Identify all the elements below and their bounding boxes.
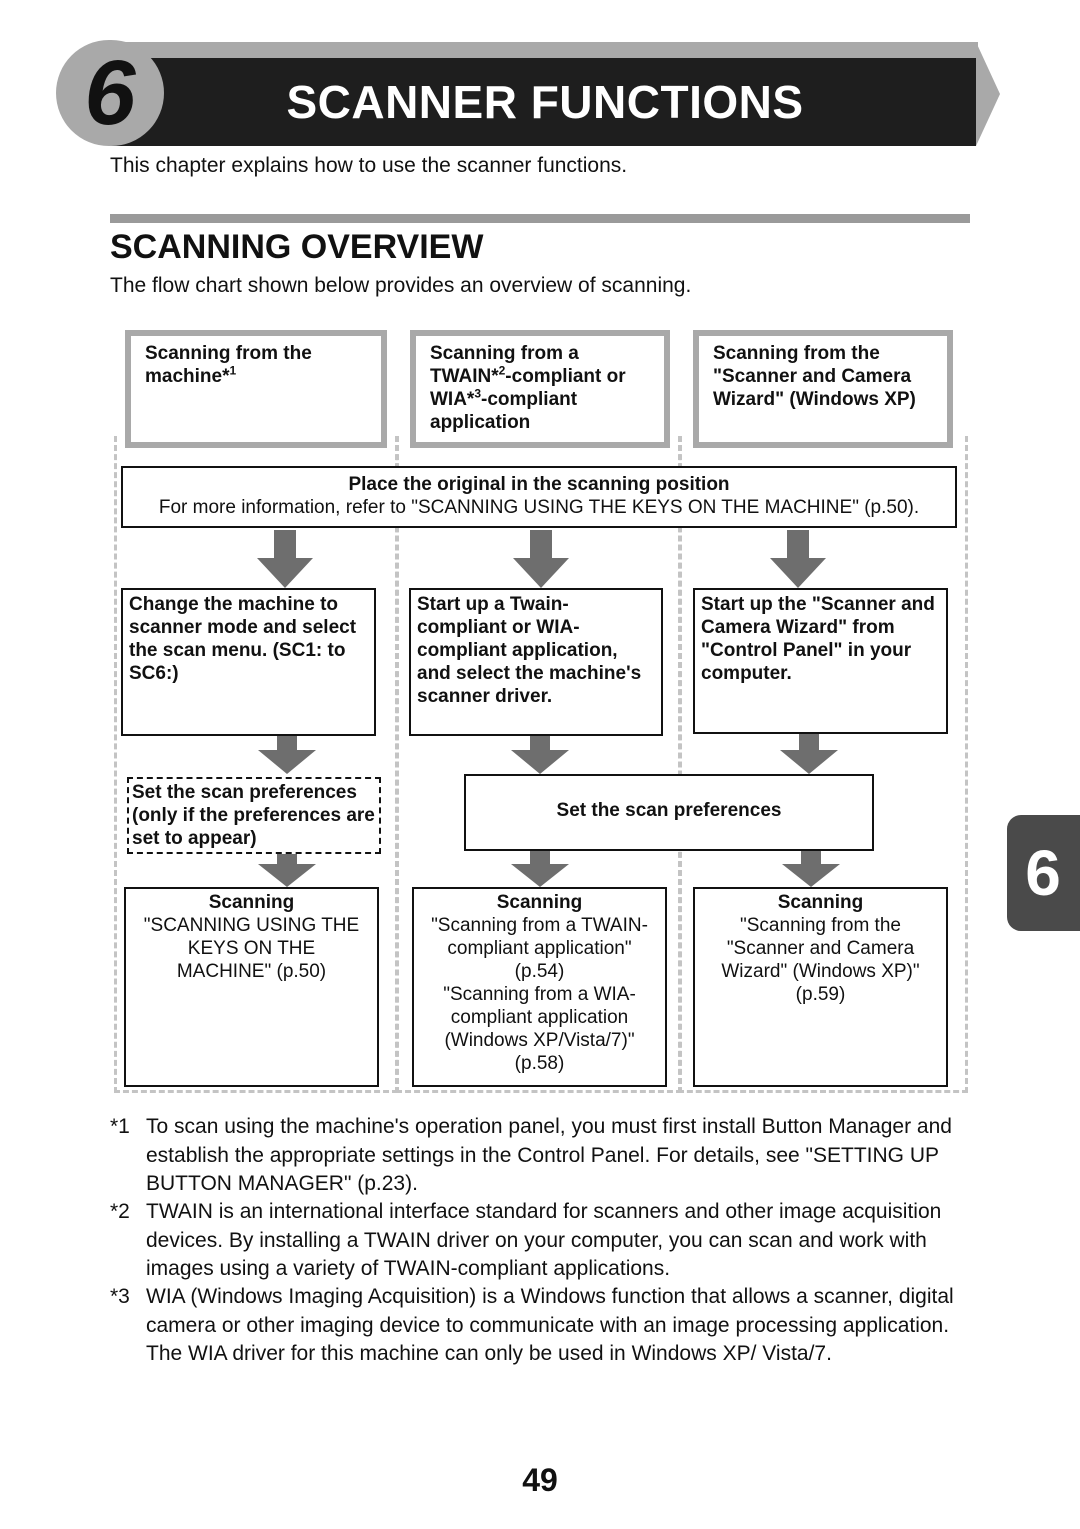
footnote-mark: *1	[110, 1115, 130, 1138]
step-set-preferences: Set the scan preferences	[464, 774, 874, 851]
step-optional-preferences-text: Set the scan preferences (only if the pr…	[132, 782, 375, 849]
page-number: 49	[522, 1462, 558, 1498]
column-header-wizard: Scanning from the "Scanner and Camera Wi…	[693, 330, 953, 448]
chapter-intro: This chapter explains how to use the sca…	[110, 154, 628, 177]
step-wizard-start: Start up the "Scanner and Camera Wizard"…	[693, 588, 948, 734]
place-original-box: Place the original in the scanning posit…	[121, 466, 957, 528]
chapter-title: SCANNER FUNCTIONS	[286, 76, 804, 128]
step-optional-preferences: Set the scan preferences (only if the pr…	[127, 777, 381, 854]
scanning-ref-line[interactable]: "SCANNING USING THE	[126, 914, 377, 937]
scanning-ref-line[interactable]: (Windows XP/Vista/7)"	[414, 1029, 665, 1052]
step-wizard-start-text: Start up the "Scanner and Camera Wizard"…	[701, 594, 935, 684]
footnote-ref-3[interactable]: 3	[474, 387, 481, 401]
scanning-title: Scanning	[496, 892, 583, 913]
step-machine-mode-text: Change the machine to scanner mode and s…	[129, 594, 357, 684]
column-header-machine: Scanning from the machine*1	[125, 330, 387, 448]
scanning-ref-line[interactable]: (p.59)	[695, 983, 946, 1006]
scanning-box-twain: Scanning "Scanning from a TWAIN- complia…	[412, 887, 667, 1087]
footnote-ref-1[interactable]: 1	[229, 364, 236, 378]
scanning-ref-line[interactable]: MACHINE" (p.50)	[126, 960, 377, 983]
footnote-mark: *2	[110, 1200, 130, 1223]
scanning-ref-line[interactable]: compliant application	[414, 1006, 665, 1029]
footnote-1: *1 To scan using the machine's operation…	[110, 1113, 980, 1199]
chapter-number: 6	[84, 42, 136, 144]
column-header-wizard-text: Scanning from the "Scanner and Camera Wi…	[713, 343, 916, 410]
scanning-box-machine: Scanning "SCANNING USING THE KEYS ON THE…	[124, 887, 379, 1087]
column-header-twain: Scanning from a TWAIN*2-compliant or WIA…	[410, 330, 670, 448]
chapter-header-arrow-icon	[976, 42, 1000, 146]
scanning-ref-line[interactable]: (p.54)	[414, 960, 665, 983]
footnote-2: *2 TWAIN is an international interface s…	[110, 1198, 980, 1284]
chapter-header-shadow	[110, 42, 978, 58]
step-machine-mode: Change the machine to scanner mode and s…	[121, 588, 376, 736]
section-intro: The flow chart shown below provides an o…	[110, 274, 692, 297]
scanning-ref-line[interactable]: Wizard" (Windows XP)"	[695, 960, 946, 983]
step-twain-app: Start up a Twain-compliant or WIA-compli…	[409, 588, 663, 736]
scanning-box-wizard: Scanning "Scanning from the "Scanner and…	[693, 887, 948, 1087]
scanning-ref-line[interactable]: compliant application"	[414, 937, 665, 960]
footnote-text: To scan using the machine's operation pa…	[146, 1115, 952, 1195]
scanning-ref-line[interactable]: (p.58)	[414, 1052, 665, 1075]
scanning-title: Scanning	[208, 892, 295, 913]
section-divider	[110, 214, 970, 223]
scanning-title: Scanning	[777, 892, 864, 913]
footnote-text: TWAIN is an international interface stan…	[146, 1200, 942, 1280]
chapter-side-tab[interactable]: 6	[1007, 815, 1080, 931]
scanning-ref-line[interactable]: "Scanning from the	[695, 914, 946, 937]
step-set-preferences-text: Set the scan preferences	[556, 800, 782, 821]
step-twain-app-text: Start up a Twain-compliant or WIA-compli…	[417, 594, 642, 707]
scanning-ref-line[interactable]: KEYS ON THE	[126, 937, 377, 960]
place-original-detail: For more information, refer to "SCANNING…	[158, 497, 920, 518]
scanning-ref-line[interactable]: "Scanning from a TWAIN-	[414, 914, 665, 937]
footnote-mark: *3	[110, 1285, 130, 1308]
scanning-ref-line[interactable]: "Scanner and Camera	[695, 937, 946, 960]
place-original-title: Place the original in the scanning posit…	[348, 474, 730, 495]
footnote-text: WIA (Windows Imaging Acquisition) is a W…	[146, 1285, 954, 1365]
footnote-3: *3 WIA (Windows Imaging Acquisition) is …	[110, 1283, 980, 1369]
section-title: SCANNING OVERVIEW	[110, 228, 484, 266]
scanning-ref-line[interactable]: "Scanning from a WIA-	[414, 983, 665, 1006]
